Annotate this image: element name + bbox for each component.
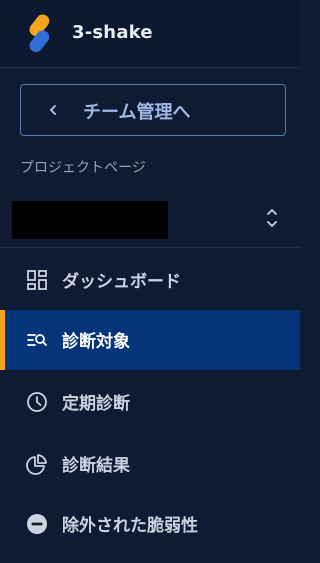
nav-item-excluded[interactable]: 除外された脆弱性 [0, 494, 300, 554]
list-search-icon [27, 334, 47, 346]
nav-item-label: 診断結果 [62, 456, 130, 476]
brand-header: 3-shake [0, 0, 300, 68]
brand-name: 3-shake [72, 22, 153, 43]
nav-item-results[interactable]: 診断結果 [0, 434, 300, 494]
nav-item-scheduled-scan[interactable]: 定期診断 [0, 372, 300, 432]
project-selector[interactable] [0, 184, 300, 248]
back-to-team-label: チーム管理へ [83, 102, 191, 123]
nav-item-label: ダッシュボード [62, 272, 181, 292]
nav-item-targets[interactable]: 診断対象 [0, 310, 300, 370]
unfold-arrows-icon[interactable] [266, 206, 278, 230]
nav-item-label: 診断対象 [62, 332, 130, 352]
chevron-left-icon [50, 105, 56, 115]
dashboard-grid-icon [27, 270, 47, 290]
back-to-team-button[interactable]: チーム管理へ [20, 84, 286, 136]
sidebar: 3-shake チーム管理へ プロジェクトページ ダッシュボード 診断対象 定期… [0, 0, 300, 563]
minus-circle-icon [27, 514, 47, 534]
project-section-label: プロジェクトページ [20, 160, 146, 176]
nav-item-label: 除外された脆弱性 [62, 516, 198, 536]
clock-icon [27, 392, 47, 412]
nav-item-label: 定期診断 [62, 394, 130, 414]
3-shake-logo-icon [29, 14, 50, 53]
pie-chart-icon [26, 454, 47, 475]
nav-item-dashboard[interactable]: ダッシュボード [0, 250, 300, 310]
project-name-redacted [12, 201, 168, 239]
